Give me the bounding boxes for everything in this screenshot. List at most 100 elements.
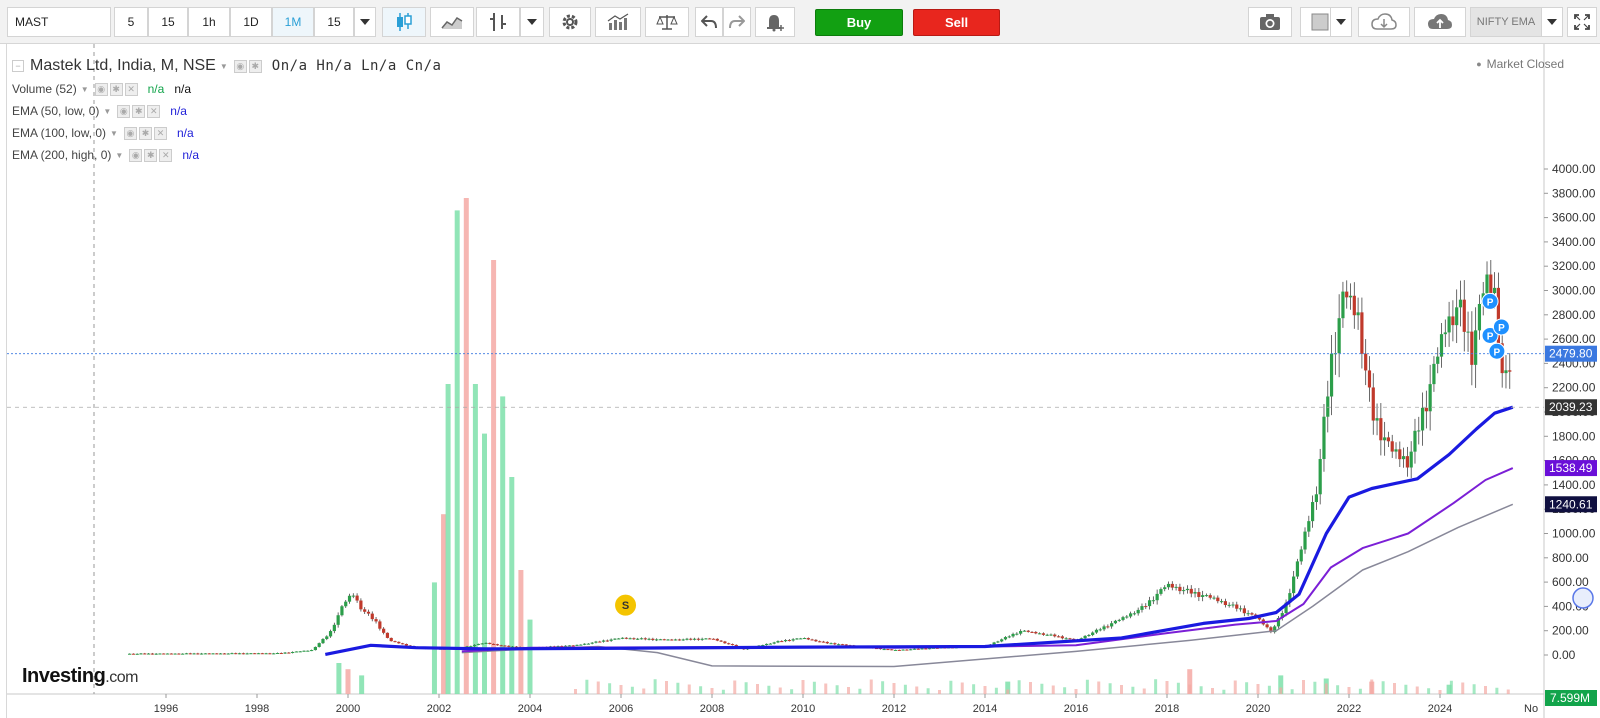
candle-body [1147, 600, 1152, 607]
visibility-icon[interactable]: ◉ [123, 126, 137, 140]
candle-body [1091, 632, 1095, 636]
candle-body [909, 649, 913, 651]
symbol-search-input[interactable] [7, 7, 111, 37]
caret-icon[interactable]: ▼ [115, 151, 123, 160]
visibility-icon[interactable]: ◉ [117, 104, 131, 118]
candle-body [283, 652, 287, 654]
candle-body [1049, 634, 1053, 636]
gear-icon[interactable]: ✱ [248, 59, 262, 73]
collapse-legend-icon[interactable]: − [12, 60, 24, 72]
candle-body [685, 638, 689, 640]
candle-body [579, 644, 583, 646]
area-chart-button[interactable] [430, 7, 474, 37]
candle-body [651, 638, 655, 640]
candle-body [1379, 418, 1383, 441]
timeframe-1m-button[interactable]: 1M [272, 7, 314, 37]
investing-logo[interactable]: Investing.com [22, 665, 138, 688]
camera-icon [1260, 14, 1280, 30]
cloud-load-button[interactable] [1358, 7, 1410, 37]
close-icon[interactable]: ✕ [147, 104, 161, 118]
volume-bar [1017, 680, 1021, 694]
volume-bar [790, 689, 794, 694]
close-icon[interactable]: ✕ [159, 148, 173, 162]
visibility-icon[interactable]: ◉ [233, 59, 247, 73]
candle-body [207, 653, 211, 655]
candle-body [571, 645, 575, 647]
candle-body [1394, 449, 1398, 452]
price-marker-label: 2479.80 [1549, 347, 1593, 361]
timeframe-1h-button[interactable]: 1h [188, 7, 230, 37]
candle-body [1356, 312, 1360, 316]
caret-icon[interactable]: ▼ [103, 107, 111, 116]
candle-body [241, 653, 245, 655]
candle-body [1322, 416, 1326, 460]
cloud-save-button[interactable] [1414, 7, 1466, 37]
compare-button[interactable] [645, 7, 689, 37]
candle-body [1212, 597, 1216, 599]
candle-body [1155, 593, 1159, 601]
bar-chart-button[interactable] [476, 7, 520, 37]
timeframe-custom-button[interactable]: 15 [314, 7, 354, 37]
price-marker-label: 1240.61 [1549, 497, 1593, 511]
timeframe-5m-button[interactable]: 5 [114, 7, 148, 37]
chart-type-dropdown-button[interactable] [520, 7, 544, 37]
volume-bar [994, 687, 998, 694]
candle-body [609, 639, 613, 641]
layout-dropdown-button[interactable] [1330, 7, 1352, 37]
settings-button[interactable] [549, 7, 591, 37]
y-tick-label: 2800.00 [1552, 308, 1596, 322]
snapshot-button[interactable] [1248, 7, 1292, 37]
candle-body [1409, 451, 1413, 468]
volume-bar [1290, 689, 1294, 694]
candle-body [1038, 633, 1042, 635]
visibility-icon[interactable]: ◉ [129, 148, 143, 162]
candle-body [1466, 331, 1470, 333]
candle-body [196, 653, 200, 655]
caret-icon[interactable]: ▼ [220, 62, 228, 71]
candle-body [1015, 633, 1019, 635]
redo-button[interactable] [723, 7, 751, 37]
candle-body [825, 641, 829, 644]
timeframe-dropdown-button[interactable] [354, 7, 376, 37]
alert-button[interactable] [755, 7, 795, 37]
volume-bar [926, 688, 930, 694]
candle-body [1242, 608, 1246, 614]
indicators-button[interactable] [595, 7, 641, 37]
candle-body [1250, 613, 1254, 615]
sell-button[interactable]: Sell [913, 9, 1000, 36]
gear-icon[interactable]: ✱ [144, 148, 158, 162]
candle-body [146, 653, 151, 655]
candle-body [1132, 613, 1136, 615]
gear-icon[interactable]: ✱ [132, 104, 146, 118]
timeframe-1d-button[interactable]: 1D [230, 7, 272, 37]
candle-body [715, 638, 719, 641]
close-icon[interactable]: ✕ [153, 126, 167, 140]
undo-button[interactable] [695, 7, 723, 37]
legend-symbol-title: Mastek Ltd, India, M, NSE [30, 57, 216, 74]
volume-bar [431, 582, 437, 694]
compare-dropdown-button[interactable] [1541, 7, 1563, 37]
x-tick-label: 2020 [1246, 703, 1270, 715]
candlestick-chart-button[interactable] [382, 7, 426, 37]
timeframe-15m-button[interactable]: 15 [148, 7, 188, 37]
price-marker-label: 2039.23 [1549, 400, 1593, 414]
gear-icon[interactable]: ✱ [138, 126, 152, 140]
compare-symbol-button[interactable]: NIFTY EMA [1470, 7, 1542, 37]
fullscreen-button[interactable] [1567, 7, 1597, 37]
gear-icon[interactable]: ✱ [109, 82, 123, 96]
candle-body [128, 653, 132, 655]
close-icon[interactable]: ✕ [124, 82, 138, 96]
volume-bar [608, 683, 612, 694]
candle-body [1390, 441, 1394, 452]
visibility-icon[interactable]: ◉ [94, 82, 108, 96]
candle-body [799, 638, 803, 640]
ai-assistant-icon[interactable] [1572, 587, 1594, 609]
volume-bar [892, 683, 896, 694]
caret-icon[interactable]: ▼ [110, 129, 118, 138]
caret-icon[interactable]: ▼ [81, 85, 89, 94]
candle-body [131, 653, 135, 655]
candle-body [1303, 531, 1307, 550]
buy-button[interactable]: Buy [815, 9, 903, 36]
volume-bar [345, 669, 351, 694]
candle-body [211, 653, 215, 655]
